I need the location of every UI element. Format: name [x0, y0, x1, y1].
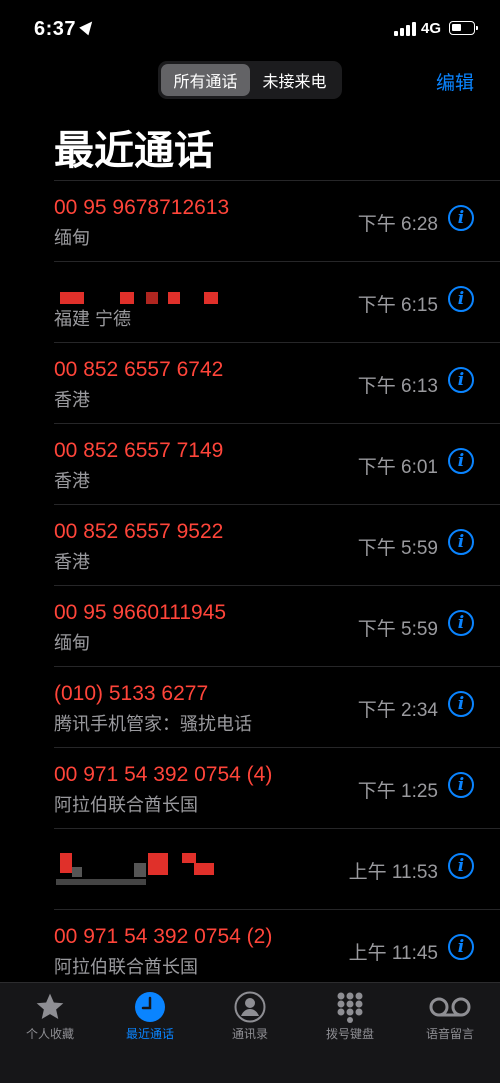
caller-name: 00 971 54 392 0754 (2)	[54, 925, 273, 948]
call-time: 上午 11:53	[348, 862, 438, 883]
caller-location: 香港	[54, 471, 90, 491]
person-icon	[234, 991, 266, 1028]
tab-voicemail[interactable]: 语音留言	[400, 983, 500, 1053]
status-time-text: 6:37	[34, 18, 77, 40]
caller-name: 00 95 9678712613	[54, 196, 230, 219]
call-row[interactable]: 上午 11:53 i	[54, 828, 500, 909]
call-row[interactable]: 福建 宁德 下午 6:15 i	[54, 261, 500, 342]
caller-location: 香港	[54, 390, 90, 410]
caller-name: 00 95 9660111945	[54, 601, 227, 624]
call-time: 下午 1:25	[357, 781, 438, 802]
tab-label: 最近通话	[125, 1027, 174, 1041]
info-icon[interactable]: i	[448, 448, 474, 474]
caller-name: 00 852 6557 6742	[54, 358, 224, 381]
clock-icon	[134, 991, 166, 1028]
caller-name: 00 971 54 392 0754 (4)	[54, 763, 273, 786]
status-bar: 6:37 4G	[0, 0, 500, 60]
calls-filter-segment: 所有通话 未接来电	[158, 61, 342, 99]
info-icon[interactable]: i	[448, 853, 474, 879]
caller-location: 阿拉伯联合酋长国	[54, 957, 198, 977]
caller-location: 香港	[54, 552, 90, 572]
call-time: 下午 6:13	[357, 376, 438, 397]
call-row[interactable]: (010) 5133 6277 腾讯手机管家：骚扰电话 下午 2:34 i	[54, 666, 500, 747]
tab-favorites[interactable]: 个人收藏	[0, 983, 100, 1053]
caller-location: 缅甸	[54, 228, 90, 248]
call-row[interactable]: 00 95 9678712613 缅甸 下午 6:28 i	[54, 180, 500, 261]
keypad-icon	[334, 991, 366, 1028]
call-row[interactable]: 00 95 9660111945 缅甸 下午 5:59 i	[54, 585, 500, 666]
caller-location: 阿拉伯联合酋长国	[54, 795, 198, 815]
star-icon	[34, 991, 66, 1028]
tab-label: 拨号键盘	[325, 1027, 374, 1041]
info-icon[interactable]: i	[448, 772, 474, 798]
call-time: 下午 5:59	[357, 538, 438, 559]
tab-label: 通讯录	[231, 1027, 268, 1041]
recent-calls-list: 00 95 9678712613 缅甸 下午 6:28 i 福建 宁德 下午 6…	[0, 180, 500, 990]
info-icon[interactable]: i	[448, 367, 474, 393]
page-title: 最近通话	[54, 129, 214, 173]
info-icon[interactable]: i	[448, 286, 474, 312]
redacted-caller-name	[54, 284, 234, 306]
tab-label: 个人收藏	[25, 1027, 74, 1041]
location-arrow-icon	[79, 17, 97, 36]
tab-keypad[interactable]: 拨号键盘	[300, 983, 400, 1053]
network-type: 4G	[421, 20, 442, 37]
info-icon[interactable]: i	[448, 691, 474, 717]
tab-recents[interactable]: 最近通话	[100, 983, 200, 1053]
call-row[interactable]: 00 852 6557 7149 香港 下午 6:01 i	[54, 423, 500, 504]
caller-name: 00 852 6557 7149	[54, 439, 224, 462]
caller-location: 缅甸	[54, 633, 90, 653]
call-time: 下午 6:28	[357, 214, 438, 235]
redacted-caller-info	[54, 849, 234, 889]
cellular-signal-icon	[394, 22, 418, 36]
battery-icon	[449, 21, 478, 35]
call-row[interactable]: 00 971 54 392 0754 (4) 阿拉伯联合酋长国 下午 1:25 …	[54, 747, 500, 828]
info-icon[interactable]: i	[448, 205, 474, 231]
voicemail-icon	[428, 991, 472, 1028]
tab-bar: 个人收藏 最近通话 通讯录 拨号键盘 语音留言	[0, 982, 500, 1083]
status-time: 6:37	[34, 17, 97, 41]
segment-all-calls[interactable]: 所有通话	[161, 64, 250, 96]
call-time: 下午 2:34	[357, 700, 438, 721]
info-icon[interactable]: i	[448, 529, 474, 555]
tab-contacts[interactable]: 通讯录	[200, 983, 300, 1053]
tab-label: 语音留言	[425, 1027, 474, 1041]
call-row[interactable]: 00 852 6557 9522 香港 下午 5:59 i	[54, 504, 500, 585]
caller-name: (010) 5133 6277	[54, 682, 209, 705]
call-row[interactable]: 00 971 54 392 0754 (2) 阿拉伯联合酋长国 上午 11:45…	[54, 909, 500, 990]
caller-location: 福建 宁德	[54, 309, 132, 329]
segment-missed-calls[interactable]: 未接来电	[250, 64, 339, 96]
edit-button[interactable]: 编辑	[436, 68, 474, 95]
call-time: 下午 6:15	[357, 295, 438, 316]
call-row[interactable]: 00 852 6557 6742 香港 下午 6:13 i	[54, 342, 500, 423]
info-icon[interactable]: i	[448, 934, 474, 960]
call-time: 上午 11:45	[348, 943, 438, 964]
call-time: 下午 6:01	[357, 457, 438, 478]
call-time: 下午 5:59	[357, 619, 438, 640]
caller-name: 00 852 6557 9522	[54, 520, 224, 543]
caller-location: 腾讯手机管家：骚扰电话	[54, 714, 252, 734]
info-icon[interactable]: i	[448, 610, 474, 636]
